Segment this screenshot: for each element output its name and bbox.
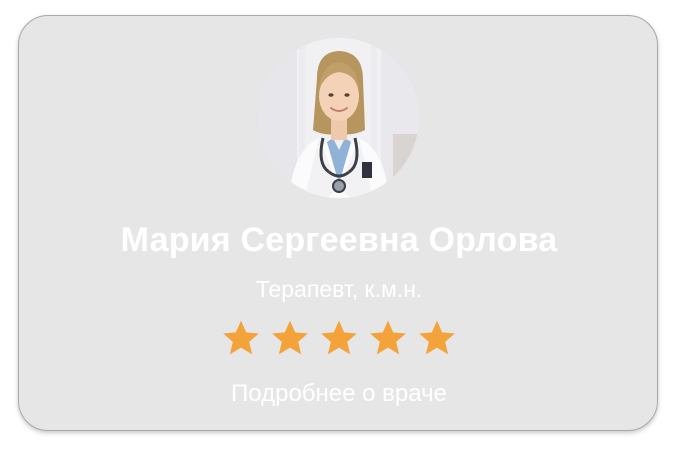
doctor-card: Мария Сергеевна Орлова Терапевт, к.м.н. … bbox=[18, 15, 658, 431]
doctor-photo-icon bbox=[259, 38, 419, 198]
doctor-details-link[interactable]: Подробнее о враче bbox=[19, 378, 659, 410]
doctor-specialty: Терапевт, к.м.н. bbox=[255, 276, 423, 302]
star-icon bbox=[370, 320, 406, 355]
doctor-avatar bbox=[259, 38, 419, 198]
star-icon bbox=[272, 320, 308, 355]
star-icon bbox=[321, 320, 357, 355]
star-icon bbox=[419, 320, 455, 355]
star-icon bbox=[223, 320, 259, 355]
doctor-name: Мария Сергеевна Орлова bbox=[120, 221, 558, 259]
rating-stars bbox=[19, 318, 659, 358]
